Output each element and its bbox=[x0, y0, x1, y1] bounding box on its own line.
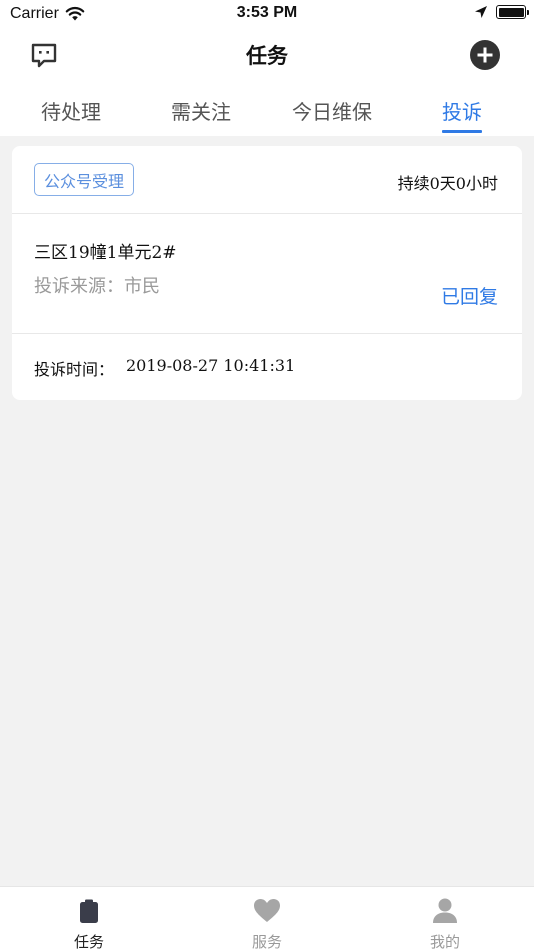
location-arrow-icon bbox=[475, 6, 487, 18]
tabbar-label-service: 服务 bbox=[251, 933, 282, 950]
complaint-time-label: 投诉时间： bbox=[34, 360, 115, 379]
nav-bar: 任务 bbox=[0, 28, 534, 82]
tab-complaints[interactable]: 投诉 bbox=[407, 96, 517, 125]
status-time: 3:53 PM bbox=[236, 4, 298, 21]
bottom-tab-bar: 任务 服务 我的 bbox=[0, 886, 534, 950]
complaint-card[interactable]: 公众号受理 持续0天0小时 三区19幢1单元2# 投诉来源：市民 已回复 投诉时… bbox=[12, 146, 522, 400]
add-circle-icon bbox=[470, 40, 500, 70]
battery-fill bbox=[498, 7, 524, 17]
tabbar-item-tasks[interactable]: 任务 bbox=[29, 887, 149, 950]
page-title: 任务 bbox=[246, 44, 288, 68]
clipboard-icon bbox=[80, 899, 98, 923]
complaint-time-value: 2019-08-27 10:41:31 bbox=[126, 356, 296, 375]
tabbar-item-mine[interactable]: 我的 bbox=[385, 887, 505, 950]
channel-tag: 公众号受理 bbox=[34, 163, 135, 196]
card-body: 三区19幢1单元2# 投诉来源：市民 已回复 bbox=[12, 214, 522, 334]
tab-attention[interactable]: 需关注 bbox=[146, 96, 256, 125]
card-header: 公众号受理 持续0天0小时 bbox=[12, 146, 522, 214]
duration-text: 持续0天0小时 bbox=[397, 174, 498, 193]
add-button[interactable] bbox=[470, 40, 500, 70]
tabbar-label-mine: 我的 bbox=[429, 933, 460, 950]
active-tab-indicator bbox=[442, 130, 482, 133]
person-icon bbox=[433, 898, 457, 923]
reply-status-badge: 已回复 bbox=[440, 286, 498, 308]
status-bar: Carrier 3:53 PM bbox=[0, 0, 534, 28]
tabbar-item-service[interactable]: 服务 bbox=[207, 887, 327, 950]
tab-today-maintenance[interactable]: 今日维保 bbox=[277, 96, 387, 125]
battery-icon bbox=[496, 5, 529, 19]
heart-icon bbox=[254, 899, 280, 922]
card-footer: 投诉时间： 2019-08-27 10:41:31 bbox=[12, 334, 522, 400]
status-right bbox=[474, 5, 529, 19]
tabbar-label-tasks: 任务 bbox=[73, 933, 104, 950]
complaint-source: 投诉来源：市民 bbox=[34, 276, 160, 297]
tab-pending[interactable]: 待处理 bbox=[16, 96, 126, 125]
task-tabs: 待处理 需关注 今日维保 投诉 bbox=[0, 82, 534, 136]
complaint-address: 三区19幢1单元2# bbox=[34, 243, 177, 263]
